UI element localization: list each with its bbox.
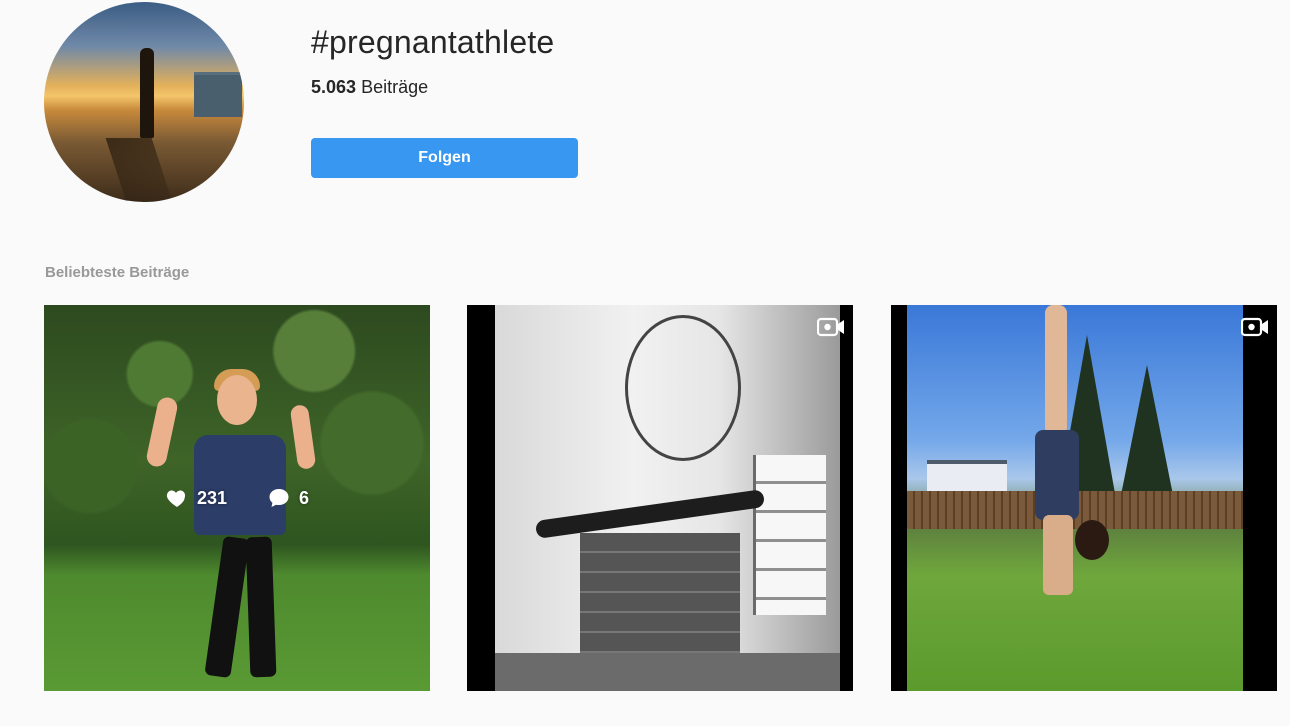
tile2-floor — [495, 653, 840, 691]
heart-icon — [166, 490, 186, 507]
tile2-athlete — [534, 489, 766, 539]
comment-bubble-icon — [269, 489, 289, 507]
tile2-gym-scene — [495, 305, 840, 691]
post-tile-2[interactable] — [467, 305, 853, 691]
post-count-label: Beiträge — [361, 77, 429, 97]
video-camera-icon — [1241, 317, 1268, 337]
hashtag-title: #pregnantathlete — [311, 24, 555, 60]
tile3-torso — [1035, 430, 1079, 520]
tile2-vault-box — [580, 533, 740, 653]
follow-button[interactable]: Folgen — [311, 138, 578, 178]
tile3-yard-scene — [907, 305, 1243, 691]
post-tile-3[interactable] — [891, 305, 1277, 691]
avatar-person — [140, 48, 154, 138]
avatar-building — [194, 72, 242, 117]
tile2-aerial-hoop — [625, 315, 741, 461]
avatar-shadow — [105, 138, 173, 202]
tile2-window — [753, 455, 826, 615]
likes-count: 231 — [196, 487, 228, 508]
comments-stat: 6 — [267, 486, 309, 510]
tile3-arms — [1043, 515, 1073, 595]
hashtag-page: #pregnantathlete 5.063 Beiträge Folgen B… — [0, 0, 1290, 726]
top-posts-label: Beliebteste Beiträge — [45, 264, 190, 281]
post-count-number: 5.063 — [311, 77, 357, 97]
post-hover-overlay: 231 6 — [44, 305, 430, 691]
tile3-legs — [1045, 305, 1067, 435]
likes-stat: 231 — [165, 486, 227, 510]
video-camera-icon — [817, 317, 844, 337]
post-tile-1[interactable]: 231 6 — [44, 305, 430, 691]
comments-count: 6 — [299, 487, 310, 508]
tile3-hair — [1075, 520, 1109, 560]
hashtag-avatar — [44, 2, 244, 202]
post-count: 5.063 Beiträge — [311, 77, 428, 98]
